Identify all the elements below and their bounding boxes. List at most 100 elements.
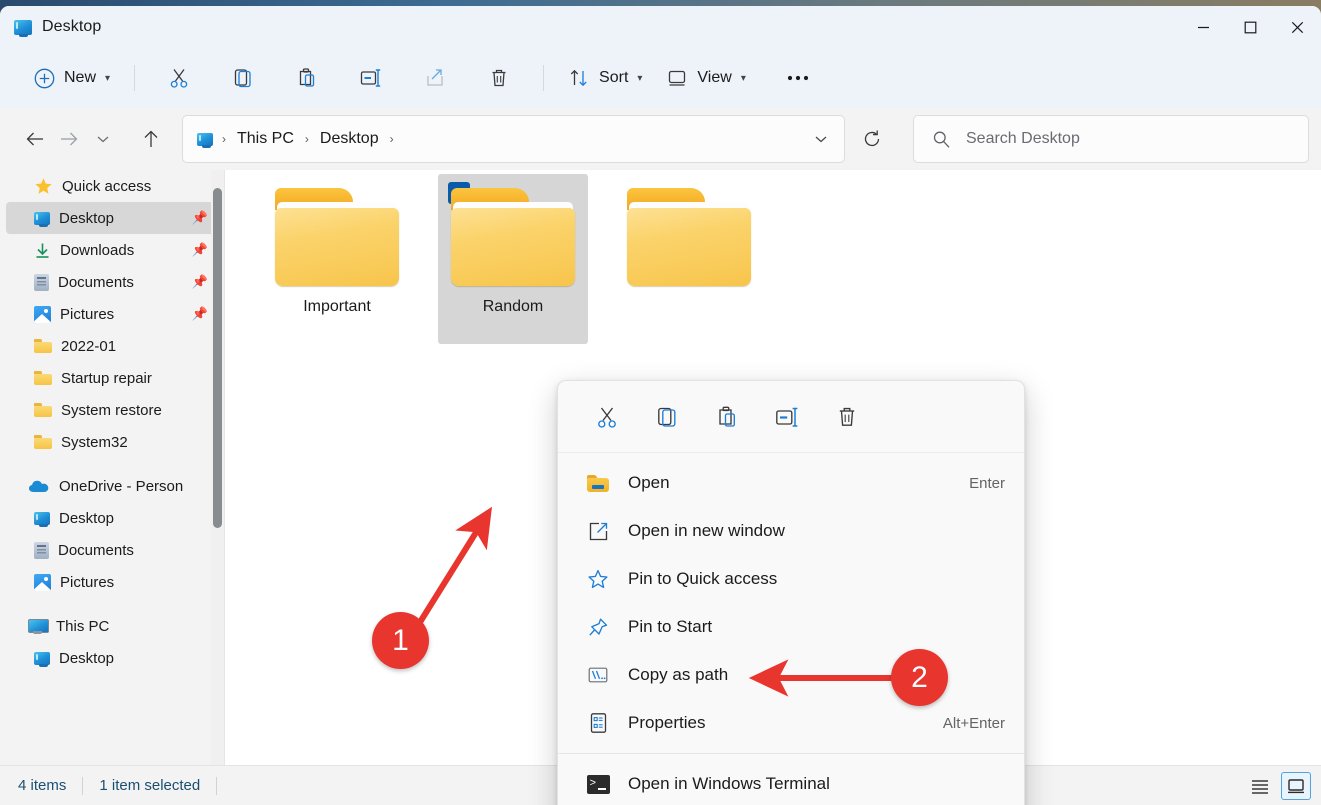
path-icon — [585, 665, 611, 685]
sidebar-scrollbar-thumb[interactable] — [213, 188, 222, 528]
picture-icon — [34, 574, 51, 591]
view-button[interactable]: View ▾ — [654, 59, 757, 97]
sidebar-label: Quick access — [62, 178, 151, 195]
list-item[interactable] — [614, 174, 764, 344]
list-item[interactable]: ✓ Random — [438, 174, 588, 344]
sidebar-group-quick-access[interactable]: Quick access — [6, 170, 218, 202]
menu-item-open-in-new-window[interactable]: Open in new window — [563, 507, 1019, 555]
sidebar-item-documents[interactable]: Documents 📌 — [6, 266, 218, 298]
sidebar-item-system32[interactable]: System32 — [6, 426, 218, 458]
address-dropdown-button[interactable] — [806, 123, 836, 155]
external-window-icon — [585, 521, 611, 542]
address-bar-actions — [806, 123, 836, 155]
sidebar-group-onedrive[interactable]: OneDrive - Person — [6, 470, 218, 502]
pin-icon[interactable]: 📌 — [192, 306, 208, 322]
recent-locations-button[interactable] — [86, 122, 120, 156]
sidebar-spacer — [0, 598, 224, 610]
cut-icon[interactable] — [584, 397, 630, 437]
details-view-toggle[interactable] — [1245, 772, 1275, 800]
selection-count-label: 1 item selected — [99, 777, 200, 794]
search-input[interactable] — [966, 130, 1266, 148]
up-button[interactable] — [134, 122, 168, 156]
context-menu[interactable]: Open Enter Open in new window — [557, 380, 1025, 805]
menu-item-open-in-windows-terminal[interactable]: Open in Windows Terminal — [563, 760, 1019, 805]
address-bar-row: › This PC › Desktop › — [0, 108, 1321, 170]
sidebar-label: Startup repair — [61, 370, 152, 387]
minimize-button[interactable] — [1180, 6, 1227, 48]
back-button[interactable] — [18, 122, 52, 156]
menu-item-properties[interactable]: Properties Alt+Enter — [563, 699, 1019, 747]
cut-icon — [168, 67, 190, 89]
context-menu-section-terminal: Open in Windows Terminal — [558, 754, 1024, 805]
sidebar-item-thispc-desktop[interactable]: Desktop — [6, 642, 218, 674]
close-button[interactable] — [1274, 6, 1321, 48]
sidebar-item-system-restore[interactable]: System restore — [6, 394, 218, 426]
paste-icon[interactable] — [704, 397, 750, 437]
delete-button[interactable] — [477, 59, 521, 97]
sort-button[interactable]: Sort ▾ — [556, 59, 654, 97]
menu-item-label: Open in Windows Terminal — [628, 774, 830, 794]
sidebar-item-desktop[interactable]: Desktop 📌 — [6, 202, 218, 234]
new-button[interactable]: New ▾ — [22, 59, 122, 97]
menu-item-open[interactable]: Open Enter — [563, 459, 1019, 507]
sidebar-item-downloads[interactable]: Downloads 📌 — [6, 234, 218, 266]
star-icon — [34, 177, 53, 196]
list-item-label: Random — [483, 298, 543, 316]
menu-item-label: Copy as path — [628, 665, 728, 685]
sidebar-label: System32 — [61, 434, 128, 451]
search-box[interactable] — [913, 115, 1309, 163]
menu-item-label: Open in new window — [628, 521, 785, 541]
plus-circle-icon — [34, 68, 55, 89]
more-options-button[interactable] — [776, 59, 820, 97]
sidebar-item-onedrive-pictures[interactable]: Pictures — [6, 566, 218, 598]
sidebar-label: Pictures — [60, 574, 114, 591]
folder-open-icon — [585, 475, 611, 492]
large-icons-view-icon — [1286, 778, 1306, 794]
menu-item-pin-to-start[interactable]: Pin to Start — [563, 603, 1019, 651]
large-icons-view-toggle[interactable] — [1281, 772, 1311, 800]
forward-button[interactable] — [52, 122, 86, 156]
folder-icon — [627, 188, 751, 286]
paste-button[interactable] — [285, 59, 329, 97]
pin-icon[interactable]: 📌 — [192, 210, 208, 226]
command-toolbar: New ▾ — [0, 48, 1321, 108]
sidebar-label: 2022-01 — [61, 338, 116, 355]
sidebar-label: System restore — [61, 402, 162, 419]
navigation-pane[interactable]: Quick access Desktop 📌 Downloads 📌 Docum… — [0, 170, 224, 765]
copy-icon[interactable] — [644, 397, 690, 437]
address-bar[interactable]: › This PC › Desktop › — [182, 115, 845, 163]
copy-button[interactable] — [221, 59, 265, 97]
breadcrumb-desktop[interactable]: Desktop — [314, 126, 385, 152]
status-divider — [216, 777, 217, 795]
sidebar-item-2022-01[interactable]: 2022-01 — [6, 330, 218, 362]
menu-item-copy-as-path[interactable]: Copy as path — [563, 651, 1019, 699]
menu-item-pin-to-quick-access[interactable]: Pin to Quick access — [563, 555, 1019, 603]
sidebar-item-onedrive-documents[interactable]: Documents — [6, 534, 218, 566]
sidebar-label: Documents — [58, 274, 134, 291]
sidebar-item-startup-repair[interactable]: Startup repair — [6, 362, 218, 394]
list-item[interactable]: Important — [262, 174, 412, 344]
terminal-icon — [585, 775, 611, 794]
sidebar-item-onedrive-desktop[interactable]: Desktop — [6, 502, 218, 534]
sidebar-scrollbar-track[interactable] — [211, 170, 224, 765]
rename-icon[interactable] — [764, 397, 810, 437]
share-button[interactable] — [413, 59, 457, 97]
cut-button[interactable] — [157, 59, 201, 97]
sort-icon — [568, 67, 590, 89]
sidebar-group-this-pc[interactable]: This PC — [6, 610, 218, 642]
sidebar-label: Downloads — [60, 242, 134, 259]
sidebar-label: Desktop — [59, 650, 114, 667]
maximize-button[interactable] — [1227, 6, 1274, 48]
star-outline-icon — [585, 569, 611, 590]
details-view-icon — [1250, 778, 1270, 794]
pin-icon[interactable]: 📌 — [192, 274, 208, 290]
rename-button[interactable] — [349, 59, 393, 97]
pin-icon[interactable]: 📌 — [192, 242, 208, 258]
sidebar-label: This PC — [56, 618, 109, 635]
sidebar-label: Documents — [58, 542, 134, 559]
refresh-button[interactable] — [855, 122, 889, 156]
sidebar-item-pictures[interactable]: Pictures 📌 — [6, 298, 218, 330]
explorer-body: Quick access Desktop 📌 Downloads 📌 Docum… — [0, 170, 1321, 765]
delete-icon[interactable] — [824, 397, 870, 437]
breadcrumb-this-pc[interactable]: This PC — [231, 126, 300, 152]
